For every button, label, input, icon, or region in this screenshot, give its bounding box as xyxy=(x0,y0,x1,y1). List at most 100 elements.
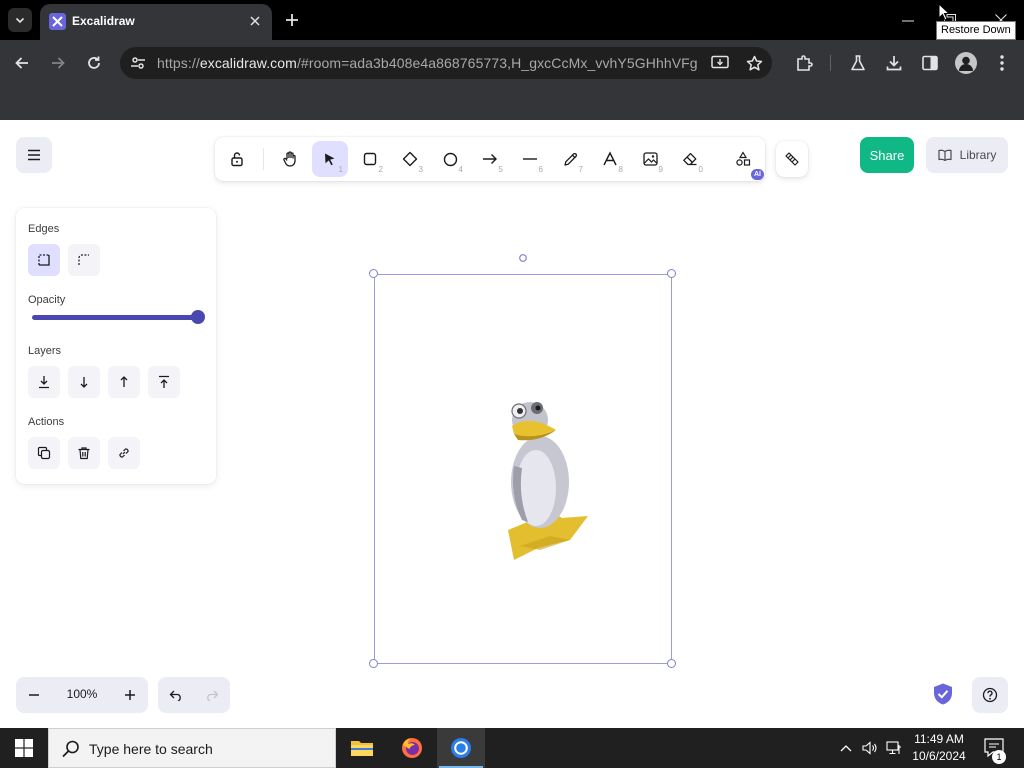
chrome-icon xyxy=(451,738,471,758)
reload-icon[interactable] xyxy=(82,51,106,75)
sharp-edges-button[interactable] xyxy=(28,244,60,276)
text-tool[interactable]: 8 xyxy=(592,141,628,177)
eraser-tool[interactable]: 0 xyxy=(672,141,708,177)
laser-pointer-icon xyxy=(785,152,799,166)
chrome-taskbar-app[interactable] xyxy=(437,728,485,768)
tool-shortcut-key: 6 xyxy=(538,165,543,174)
url-host: excalidraw.com xyxy=(199,55,297,71)
notification-count-badge: 1 xyxy=(992,750,1006,764)
profile-avatar-icon[interactable] xyxy=(955,52,977,74)
side-panel-icon[interactable] xyxy=(918,51,942,75)
arrow-tool[interactable]: 5 xyxy=(472,141,508,177)
show-hidden-icons-chevron-icon[interactable] xyxy=(836,738,856,758)
url-scheme: https:// xyxy=(157,55,200,71)
help-question-icon xyxy=(982,687,998,703)
image-icon xyxy=(642,152,658,166)
diamond-tool[interactable]: 3 xyxy=(392,141,428,177)
send-to-back-button[interactable] xyxy=(28,366,60,398)
opacity-slider-track[interactable] xyxy=(32,315,198,320)
mouse-pointer-icon xyxy=(938,3,950,21)
taskbar-search-box[interactable]: Type here to search xyxy=(48,728,336,768)
encryption-shield-icon[interactable] xyxy=(932,682,954,706)
library-button[interactable]: Library xyxy=(926,137,1008,173)
browser-menu-kebab-icon[interactable] xyxy=(990,51,1014,75)
volume-icon[interactable] xyxy=(860,738,880,758)
selection-tool[interactable]: 1 xyxy=(312,141,348,177)
bookmarks-bar xyxy=(0,86,1024,120)
laser-pointer-button[interactable] xyxy=(776,141,808,177)
resize-handle-sw[interactable] xyxy=(369,659,378,668)
line-tool[interactable]: 6 xyxy=(512,141,548,177)
downloads-icon[interactable] xyxy=(882,51,906,75)
arrow-icon xyxy=(483,154,497,164)
browser-tab-excalidraw[interactable]: Excalidraw xyxy=(40,4,272,40)
resize-handle-nw[interactable] xyxy=(369,269,378,278)
restore-down-tooltip: Restore Down xyxy=(936,21,1016,40)
main-menu-button[interactable] xyxy=(16,137,52,173)
new-tab-plus-icon[interactable] xyxy=(282,10,302,30)
excalidraw-canvas[interactable]: 1 2 3 4 5 6 7 8 9 0 AI Share Library Edg… xyxy=(0,120,1024,728)
address-bar[interactable]: https://excalidraw.com/#room=ada3b408e4a… xyxy=(120,47,772,79)
send-backward-button[interactable] xyxy=(68,366,100,398)
site-settings-icon[interactable] xyxy=(128,53,148,73)
network-icon[interactable] xyxy=(884,738,904,758)
link-button[interactable] xyxy=(108,437,140,469)
firefox-taskbar-app[interactable] xyxy=(388,728,436,768)
round-edges-button[interactable] xyxy=(68,244,100,276)
draw-tool[interactable]: 7 xyxy=(552,141,588,177)
bring-to-front-icon xyxy=(159,375,169,388)
rectangle-tool[interactable]: 2 xyxy=(352,141,388,177)
resize-handle-ne[interactable] xyxy=(667,269,676,278)
chevron-down-icon xyxy=(15,17,25,24)
share-button[interactable]: Share xyxy=(860,137,914,173)
zoom-controls: 100% xyxy=(16,677,148,713)
tool-shortcut-key: 4 xyxy=(458,165,463,174)
help-button[interactable] xyxy=(972,677,1008,713)
tab-close-icon[interactable] xyxy=(246,12,264,30)
browser-tab-bar: Excalidraw Restore Down xyxy=(0,0,1024,40)
extensions-puzzle-icon[interactable] xyxy=(792,51,816,75)
tool-shortcut-key: 2 xyxy=(378,165,383,174)
install-app-icon[interactable] xyxy=(710,53,730,73)
clock-date: 10/6/2024 xyxy=(912,749,966,763)
clock-time: 11:49 AM xyxy=(914,732,964,746)
zoom-reset-button[interactable]: 100% xyxy=(56,687,108,701)
rotation-handle[interactable] xyxy=(519,254,527,262)
resize-handle-se[interactable] xyxy=(667,659,676,668)
opacity-slider-thumb[interactable] xyxy=(191,310,205,324)
bookmark-star-icon[interactable] xyxy=(744,53,764,73)
redo-button[interactable] xyxy=(200,683,224,707)
hand-icon[interactable] xyxy=(272,141,308,177)
duplicate-button[interactable] xyxy=(28,437,60,469)
round-corner-icon xyxy=(78,254,89,265)
redo-icon xyxy=(207,690,219,701)
undo-button[interactable] xyxy=(164,683,188,707)
start-button[interactable] xyxy=(0,728,48,768)
windows-logo-icon xyxy=(15,739,33,757)
file-explorer-taskbar-app[interactable] xyxy=(338,728,386,768)
bring-forward-button[interactable] xyxy=(108,366,140,398)
lock-open-icon[interactable] xyxy=(219,141,255,177)
toolbar-separator xyxy=(830,55,831,71)
more-tools-button[interactable]: AI xyxy=(725,141,764,180)
forward-arrow-icon[interactable] xyxy=(46,51,70,75)
taskbar-clock[interactable]: 11:49 AM 10/6/2024 xyxy=(908,731,970,765)
zoom-in-button[interactable] xyxy=(118,683,142,707)
delete-button[interactable] xyxy=(68,437,100,469)
back-arrow-icon[interactable] xyxy=(10,51,34,75)
labs-flask-icon[interactable] xyxy=(846,51,870,75)
browser-toolbar: https://excalidraw.com/#room=ada3b408e4a… xyxy=(0,40,1024,86)
url-text: https://excalidraw.com/#room=ada3b408e4a… xyxy=(157,55,698,71)
zoom-out-button[interactable] xyxy=(22,683,46,707)
line-icon xyxy=(523,158,537,160)
image-tool[interactable]: 9 xyxy=(632,141,668,177)
layers-label: Layers xyxy=(28,345,62,357)
trash-icon xyxy=(78,447,90,460)
tab-search-button[interactable] xyxy=(8,8,32,32)
link-icon xyxy=(119,448,129,458)
pointer-icon xyxy=(325,153,335,166)
ellipse-tool[interactable]: 4 xyxy=(432,141,468,177)
shapes-toolbar: 1 2 3 4 5 6 7 8 9 0 AI xyxy=(215,137,765,181)
minimize-icon[interactable] xyxy=(896,12,920,30)
bring-to-front-button[interactable] xyxy=(148,366,180,398)
